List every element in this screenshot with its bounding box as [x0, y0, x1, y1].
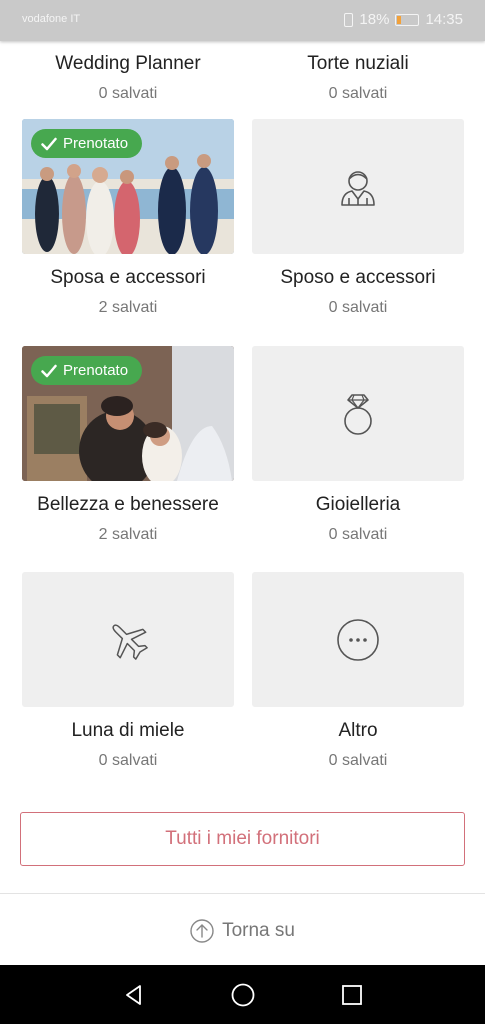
- category-photo[interactable]: Prenotato: [22, 346, 234, 481]
- category-tile[interactable]: [252, 119, 464, 254]
- category-name: Altro: [338, 720, 378, 741]
- category-tile[interactable]: [22, 572, 234, 707]
- booked-badge: Prenotato: [31, 129, 143, 158]
- ring-icon: [344, 393, 372, 435]
- category-name: Luna di miele: [71, 720, 185, 741]
- home-icon[interactable]: [230, 982, 256, 1008]
- back-icon[interactable]: [122, 983, 146, 1007]
- category-name: Sposo e accessori: [280, 267, 436, 288]
- vibrate-icon: [344, 12, 354, 27]
- category-saved-count: 2 salvati: [98, 299, 158, 316]
- groom-icon: [341, 170, 375, 206]
- carrier-label: vodafone IT: [22, 13, 81, 25]
- category-name: Torte nuziali: [307, 53, 409, 74]
- category-saved-count: 0 salvati: [98, 752, 158, 769]
- status-bar: vodafone IT 18% 14:35: [0, 0, 485, 41]
- category-tile[interactable]: [252, 572, 464, 707]
- category-saved-count: 0 salvati: [328, 752, 388, 769]
- category-photo[interactable]: Prenotato: [22, 119, 234, 254]
- battery-percent: 18%: [359, 11, 390, 28]
- category-name: Gioielleria: [315, 494, 401, 515]
- category-card-sposo-accessori[interactable]: Sposo e accessori 0 salvati: [252, 119, 464, 317]
- category-card-altro[interactable]: Altro 0 salvati: [252, 572, 464, 770]
- status-indicators: 18% 14:35: [344, 11, 463, 28]
- category-card-gioielleria[interactable]: Gioielleria 0 salvati: [252, 346, 464, 544]
- category-saved-count: 0 salvati: [328, 526, 388, 543]
- category-tile[interactable]: [252, 346, 464, 481]
- category-card-luna-di-miele[interactable]: Luna di miele 0 salvati: [22, 572, 234, 770]
- arrow-up-circle-icon: [190, 919, 214, 943]
- category-card-bellezza-benessere[interactable]: Prenotato Bellezza e benessere 2 salvati: [22, 346, 234, 544]
- battery-icon: [395, 13, 420, 26]
- category-saved-count: 2 salvati: [98, 526, 158, 543]
- badge-label: Prenotato: [63, 362, 129, 379]
- category-saved-count: 0 salvati: [328, 85, 388, 102]
- category-saved-count: 0 salvati: [98, 85, 158, 102]
- category-card-sposa-accessori[interactable]: Prenotato Sposa e accessori 2 salvati: [22, 119, 234, 317]
- back-to-top-button[interactable]: Torna su: [0, 914, 485, 948]
- check-icon: [41, 137, 57, 150]
- airplane-icon: [112, 623, 148, 660]
- divider: [0, 893, 485, 894]
- android-nav-bar: [0, 965, 485, 1024]
- category-saved-count: 0 salvati: [328, 299, 388, 316]
- all-suppliers-button[interactable]: Tutti i miei fornitori: [20, 812, 465, 866]
- back-to-top-label: Torna su: [222, 920, 295, 941]
- category-name: Wedding Planner: [55, 53, 201, 74]
- category-name: Bellezza e benessere: [37, 494, 219, 515]
- clock: 14:35: [425, 11, 463, 28]
- battery-level: [397, 15, 402, 24]
- more-icon: [337, 618, 379, 661]
- recents-icon[interactable]: [341, 984, 363, 1006]
- check-icon: [41, 364, 57, 377]
- category-name: Sposa e accessori: [50, 267, 206, 288]
- badge-label: Prenotato: [63, 135, 129, 152]
- booked-badge: Prenotato: [31, 356, 143, 385]
